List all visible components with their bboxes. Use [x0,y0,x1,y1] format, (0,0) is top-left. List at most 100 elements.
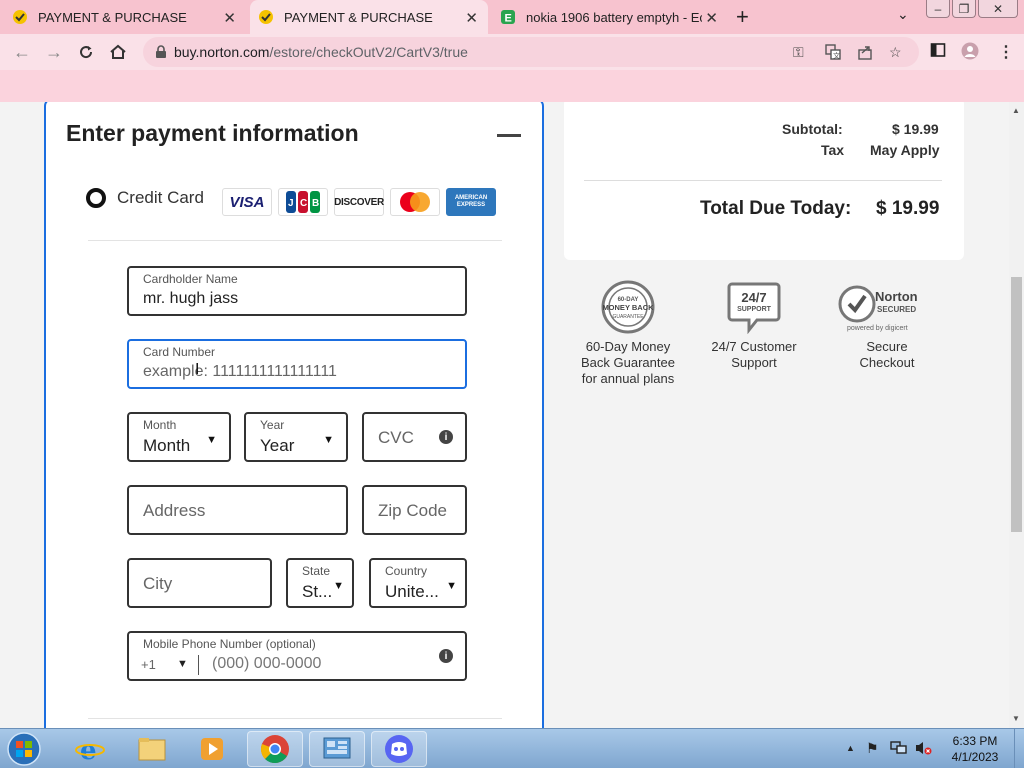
cvc-field[interactable]: CVC i [362,412,467,462]
order-summary: Subtotal: $ 19.99 Tax May Apply Total Du… [564,102,964,260]
svg-text:文: 文 [833,51,840,60]
norton-secured-seal-icon: Norton SECURED powered by digicert [827,280,947,339]
svg-text:E: E [505,13,512,25]
tab-strip: PAYMENT & PURCHASE ✕ PAYMENT & PURCHASE … [0,0,1024,34]
payment-panel: Enter payment information Credit Card VI… [44,102,544,728]
mastercard-logo-icon [390,188,440,216]
bookmark-star-icon[interactable]: ☆ [889,44,902,61]
tab-ecosia[interactable]: E nokia 1906 battery emptyh - Eco ✕ [494,0,728,34]
country-code-select[interactable]: +1 [141,657,156,672]
media-player-icon[interactable] [184,731,240,767]
info-icon[interactable]: i [439,649,453,663]
phone-separator [198,655,199,675]
page-scrollbar[interactable]: ▲ ▼ [1009,102,1024,728]
restore-icon[interactable]: ❐ [952,0,976,18]
checkout-page: Enter payment information Credit Card VI… [0,102,1009,728]
svg-text:C: C [300,198,307,209]
chrome-icon[interactable] [247,731,303,767]
address-bar[interactable]: buy.norton.com/estore/checkOutV2/CartV3/… [143,37,919,67]
subtotal-value: $ 19.99 [892,121,939,137]
reload-icon[interactable] [76,42,96,62]
volume-muted-icon[interactable] [914,740,932,761]
key-icon[interactable]: ⚿ [793,44,804,61]
home-icon[interactable] [108,42,128,62]
internet-explorer-icon[interactable]: e [62,731,118,767]
credit-card-radio[interactable] [86,188,106,208]
new-tab-icon[interactable]: + [736,4,749,30]
windows-taskbar: e ▲ ⚑ 6:33 PM 4/1/2023 [0,728,1024,768]
country-select[interactable]: Country Unite... ▼ [369,558,467,608]
summary-divider [584,180,942,181]
action-center-flag-icon[interactable]: ⚑ [866,740,879,757]
scroll-down-icon[interactable]: ▼ [1012,714,1020,723]
tab-title: nokia 1906 battery emptyh - Eco [526,9,702,25]
cardholder-name-field[interactable]: Cardholder Name mr. hugh jass [127,266,467,316]
credit-card-label: Credit Card [117,188,204,207]
month-select[interactable]: Month Month ▼ [127,412,231,462]
tab-title: PAYMENT & PURCHASE [284,9,433,25]
show-desktop-button[interactable] [1014,729,1024,768]
tab-close-icon[interactable]: ✕ [465,9,478,27]
dropdown-caret-icon: ▼ [446,580,457,592]
svg-text:SUPPORT: SUPPORT [737,306,772,313]
mobile-phone-field[interactable]: Mobile Phone Number (optional) +1 ▼ (000… [127,631,467,681]
jcb-logo-icon: JCB [278,188,328,216]
address-field[interactable]: Address [127,485,348,535]
profile-avatar-icon[interactable] [961,42,979,65]
year-select[interactable]: Year Year ▼ [244,412,348,462]
share-icon[interactable] [857,44,873,63]
start-button[interactable] [4,731,44,767]
dropdown-caret-icon: ▼ [333,580,344,592]
dropdown-caret-icon: ▼ [323,434,334,446]
translate-icon[interactable]: 文 [825,44,841,63]
state-select[interactable]: State St... ▼ [286,558,354,608]
tab-payment-1[interactable]: PAYMENT & PURCHASE ✕ [12,0,246,34]
amex-logo-icon: AMERICAN EXPRESS [446,188,496,216]
discover-logo-icon: DISCOVER [334,188,384,216]
city-field[interactable]: City [127,558,272,608]
norton-check-icon [258,9,274,25]
zip-code-field[interactable]: Zip Code [362,485,467,535]
tab-payment-2[interactable]: PAYMENT & PURCHASE ✕ [250,0,488,34]
scrollbar-thumb[interactable] [1011,277,1022,532]
card-number-field[interactable]: Card Number example: 1111111111111111 I [127,339,467,389]
tax-label: Tax [821,142,845,158]
tab-close-icon[interactable]: ✕ [705,9,718,27]
svg-text:B: B [312,198,319,209]
svg-text:SECURED: SECURED [877,305,916,314]
tray-expand-icon[interactable]: ▲ [846,743,855,753]
window-controls: – ❐ ✕ [926,0,1018,18]
visa-logo-icon: VISA [222,188,272,216]
system-clock[interactable]: 6:33 PM 4/1/2023 [940,733,1010,765]
money-back-seal-icon: 60-DAY MONEY BACK GUARANTEE [568,280,688,339]
info-icon[interactable]: i [439,430,453,444]
scroll-up-icon[interactable]: ▲ [1012,106,1020,115]
back-icon[interactable]: ← [12,42,32,62]
window-close-icon[interactable]: ✕ [978,0,1018,18]
dropdown-caret-icon: ▼ [177,658,188,670]
forward-icon[interactable]: → [44,42,64,62]
sidebar-icon[interactable] [930,42,946,63]
svg-text:GUARANTEE: GUARANTEE [612,314,644,320]
minimize-icon[interactable]: – [926,0,950,18]
browser-toolbar: ← → buy.norton.com/estore/checkOutV2/Car… [0,34,1024,70]
url-text: buy.norton.com/estore/checkOutV2/CartV3/… [174,44,468,60]
credit-card-option[interactable]: Credit Card [86,188,204,208]
discord-icon[interactable] [371,731,427,767]
card-brand-logos: VISA JCB DISCOVER AMERICAN EXPRESS [222,188,496,216]
control-panel-icon[interactable] [309,731,365,767]
svg-text:MONEY BACK: MONEY BACK [602,303,654,312]
network-icon[interactable] [890,740,908,761]
total-label: Total Due Today: [700,198,852,219]
file-explorer-icon[interactable] [124,731,180,767]
tab-search-chevron-icon[interactable]: ⌄ [897,6,909,23]
payment-title: Enter payment information [66,120,359,146]
browser-menu-icon[interactable]: ⋮ [998,42,1014,62]
norton-check-icon [12,9,28,25]
tab-close-icon[interactable]: ✕ [223,9,236,27]
site-header-band [0,70,1024,102]
svg-text:powered by digicert: powered by digicert [847,325,908,332]
collapse-icon[interactable] [497,134,521,137]
subtotal-label: Subtotal: [782,121,843,137]
support-badge: 24/7 SUPPORT 24/7 Customer Support [694,280,814,371]
